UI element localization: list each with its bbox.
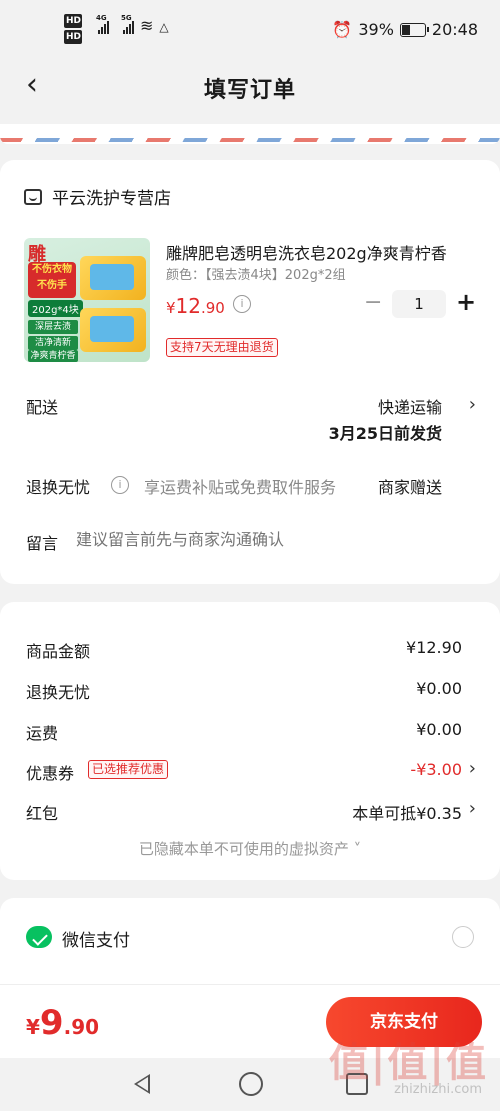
quantity-value[interactable]: 1 bbox=[392, 290, 446, 318]
product-slogan-2: 不伤手 bbox=[37, 280, 67, 291]
nav-home-icon[interactable] bbox=[239, 1072, 263, 1096]
hd-indicator: HD HD bbox=[64, 14, 82, 46]
price-currency: ¥ bbox=[166, 299, 176, 317]
network-2-label: 5G bbox=[121, 14, 132, 22]
product-slogan-1: 不伤衣物 bbox=[32, 264, 72, 275]
return-policy-badge: 支持7天无理由退货 bbox=[166, 338, 278, 357]
price-summary-card: 商品金额 ¥12.90 退换无忧 ¥0.00 运费 ¥0.00 优惠券 已选推荐… bbox=[0, 602, 500, 880]
clock: 20:48 bbox=[431, 20, 478, 39]
page-header: ‹ 填写订单 bbox=[0, 62, 500, 110]
watermark-url: zhizhizhi.com bbox=[394, 1082, 482, 1097]
battery-icon bbox=[399, 22, 429, 37]
product-image-bar-3: 净爽青柠香 bbox=[28, 350, 78, 362]
product-price: ¥12.90 bbox=[166, 294, 225, 318]
shipping-value: ¥0.00 bbox=[416, 720, 462, 739]
delivery-date: 3月25日前发货 bbox=[328, 424, 442, 443]
page-title: 填写订单 bbox=[203, 78, 296, 103]
signal-indicators: 4G 5G ≋ △ bbox=[96, 14, 169, 35]
hidden-assets-toggle[interactable]: 已隐藏本单不可使用的虚拟资产 ˅ bbox=[0, 838, 500, 859]
delivery-label: 配送 bbox=[26, 398, 59, 417]
coupon-value[interactable]: -¥3.00 bbox=[410, 760, 462, 779]
message-label: 留言 bbox=[26, 534, 59, 553]
shipping-label: 运费 bbox=[26, 724, 59, 743]
alarm-icon: ⏰ bbox=[332, 20, 353, 39]
wechat-pay-label[interactable]: 微信支付 bbox=[62, 926, 130, 951]
red-packet-value[interactable]: 本单可抵¥0.35 bbox=[352, 800, 462, 824]
worry-free-info-icon[interactable]: i bbox=[111, 476, 129, 494]
product-image[interactable]: 雕 不伤衣物 不伤手 202g*4块 深层去渍 洁净清新 净爽青柠香 bbox=[24, 238, 150, 362]
battery-percent: 39% bbox=[358, 20, 394, 39]
status-right: ⏰ 39% 20:48 bbox=[332, 20, 478, 39]
wifi-icon: ≋ bbox=[140, 16, 154, 35]
product-spec[interactable]: 颜色：【强去渍4块】202g*2组 bbox=[166, 264, 346, 283]
worry-free-value: 商家赠送 bbox=[377, 478, 442, 497]
product-slogan: 不伤衣物 不伤手 bbox=[28, 262, 76, 298]
status-bar: HD HD 4G 5G ≋ △ ⏰ 39% 20:48 bbox=[0, 0, 500, 62]
price-info-icon[interactable]: i bbox=[233, 295, 251, 313]
delivery-method[interactable]: 快递运输 bbox=[378, 394, 442, 418]
soap-bar-image bbox=[80, 308, 146, 352]
goods-amount-value: ¥12.90 bbox=[406, 638, 462, 657]
payment-card: 微信支付 bbox=[0, 898, 500, 998]
goods-amount-label: 商品金额 bbox=[26, 642, 91, 661]
product-image-bar-1: 深层去渍 bbox=[28, 320, 78, 334]
product-image-bar-2: 洁净清新 bbox=[28, 336, 78, 350]
nav-back-icon[interactable] bbox=[134, 1074, 150, 1094]
red-packet-chevron-icon[interactable]: › bbox=[469, 798, 476, 819]
total-dec: .90 bbox=[63, 1015, 100, 1039]
total-currency: ¥ bbox=[26, 1015, 40, 1039]
coupon-badge: 已选推荐优惠 bbox=[88, 760, 169, 779]
worry-free-desc: 享运费补贴或免费取件服务 bbox=[144, 478, 337, 497]
price-int: 12 bbox=[175, 294, 201, 318]
hd1-label: HD bbox=[64, 14, 82, 28]
total-int: 9 bbox=[39, 1003, 64, 1043]
address-stripe bbox=[0, 124, 500, 144]
wechat-pay-icon bbox=[26, 926, 52, 948]
product-image-spec: 202g*4块 bbox=[28, 300, 83, 317]
price-dec: .90 bbox=[201, 299, 225, 317]
message-input[interactable] bbox=[76, 530, 456, 549]
worry-free-fee-value: ¥0.00 bbox=[416, 679, 462, 698]
worry-free-fee-label: 退换无忧 bbox=[26, 683, 91, 702]
soap-bar-image bbox=[80, 256, 146, 300]
shop-row[interactable]: 平云洗护专营店 bbox=[24, 184, 171, 209]
network-1-label: 4G bbox=[96, 14, 107, 22]
wechat-pay-radio[interactable] bbox=[452, 926, 474, 948]
order-card: 平云洗护专营店 雕 不伤衣物 不伤手 202g*4块 深层去渍 洁净清新 净爽青… bbox=[0, 160, 500, 584]
hd2-label: HD bbox=[64, 30, 82, 44]
quantity-plus-button[interactable]: + bbox=[456, 288, 476, 316]
shop-name: 平云洗护专营店 bbox=[52, 189, 171, 209]
worry-free-label: 退换无忧 bbox=[26, 478, 91, 497]
total-price: ¥9.90 bbox=[26, 1003, 99, 1043]
shop-icon bbox=[24, 188, 42, 205]
signal-icon-1: 4G bbox=[96, 14, 109, 34]
product-name[interactable]: 雕牌肥皂透明皂洗衣皂202g净爽青柠香 bbox=[166, 240, 466, 264]
coupon-chevron-icon[interactable]: › bbox=[469, 758, 476, 779]
delivery-chevron-icon[interactable]: › bbox=[469, 394, 476, 415]
quantity-minus-button[interactable]: − bbox=[364, 290, 382, 315]
signal-icon-2: 5G bbox=[121, 14, 134, 34]
nfc-icon: △ bbox=[159, 20, 169, 34]
watermark-logo: 值|值|值 bbox=[328, 1040, 488, 1086]
